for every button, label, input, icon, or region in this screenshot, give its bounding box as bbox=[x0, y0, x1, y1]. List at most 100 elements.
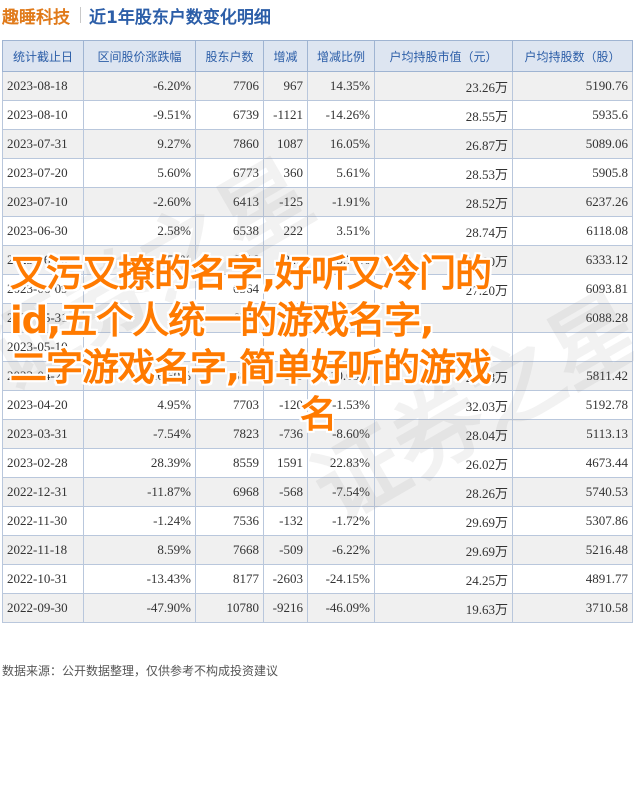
cell-date: 2022-11-18 bbox=[2, 535, 84, 565]
cell-pct: 5.60% bbox=[83, 158, 196, 188]
cell-holders: 8559 bbox=[195, 448, 264, 478]
cell-value: 29.69万 bbox=[374, 506, 513, 536]
cell-pct: -11.87% bbox=[83, 477, 196, 507]
table-row[interactable]: 2022-09-30 -47.90% 10780 -9216 -46.09% 19.63万… bbox=[2, 593, 633, 623]
table-row[interactable]: 2023-07-31 9.27% 7860 1087 16.05% 26.87万 5089.… bbox=[2, 129, 633, 159]
cell-change: -2603 bbox=[263, 564, 308, 594]
cell-change: -1121 bbox=[263, 100, 308, 130]
cell-ratio: 14.35% bbox=[307, 71, 375, 101]
table-header-row: 统计截止日 区间股价涨跌幅 股东户数 增减 增减比例 户均持股市值（元） 户均持… bbox=[2, 40, 633, 72]
col-header-holders[interactable]: 股东户数 bbox=[195, 40, 264, 72]
table-row[interactable]: 2022-12-31 -11.87% 6968 -568 -7.54% 28.26万 574… bbox=[2, 477, 633, 507]
cell-change: 360 bbox=[263, 158, 308, 188]
cell-pct: 28.39% bbox=[83, 448, 196, 478]
cell-pct: 9.27% bbox=[83, 129, 196, 159]
data-source-note: 数据来源：公开数据整理，仅供参考不构成投资建议 bbox=[2, 664, 279, 678]
cell-ratio: 5.61% bbox=[307, 158, 375, 188]
cell-ratio: 16.05% bbox=[307, 129, 375, 159]
col-header-value[interactable]: 户均持股市值（元） bbox=[374, 40, 513, 72]
overlay-line: 二字游戏名字,简单好听的游戏 bbox=[10, 346, 492, 389]
cell-pct: -6.20% bbox=[83, 71, 196, 101]
table-row[interactable]: 2023-08-18 -6.20% 7706 967 14.35% 23.26万 5190.… bbox=[2, 71, 633, 101]
cell-date: 2023-02-28 bbox=[2, 448, 84, 478]
cell-ratio: 3.51% bbox=[307, 216, 375, 246]
cell-change: -568 bbox=[263, 477, 308, 507]
cell-value: 19.63万 bbox=[374, 593, 513, 623]
cell-pct: -47.90% bbox=[83, 593, 196, 623]
cell-holders: 6739 bbox=[195, 100, 264, 130]
cell-value: 28.74万 bbox=[374, 216, 513, 246]
cell-pct: -1.24% bbox=[83, 506, 196, 536]
cell-holders: 7860 bbox=[195, 129, 264, 159]
table-row[interactable]: 2023-07-10 -2.60% 6413 -125 -1.91% 28.52万 6237… bbox=[2, 187, 633, 217]
cell-value: 24.25万 bbox=[374, 564, 513, 594]
cell-pct: -9.51% bbox=[83, 100, 196, 130]
cell-shares: 4891.77 bbox=[512, 564, 633, 594]
table-row[interactable]: 2023-08-10 -9.51% 6739 -1121 -14.26% 28.55万 59… bbox=[2, 100, 633, 130]
cell-ratio: -14.26% bbox=[307, 100, 375, 130]
table-row[interactable]: 2022-10-31 -13.43% 8177 -2603 -24.15% 24.25万 4… bbox=[2, 564, 633, 594]
cell-shares: 5935.6 bbox=[512, 100, 633, 130]
cell-change: -9216 bbox=[263, 593, 308, 623]
cell-shares: 5190.76 bbox=[512, 71, 633, 101]
cell-date: 2023-08-18 bbox=[2, 71, 84, 101]
cell-value: 23.26万 bbox=[374, 71, 513, 101]
page-title: 近1年股东户数变化明细 bbox=[89, 7, 271, 28]
cell-shares: 5740.53 bbox=[512, 477, 633, 507]
table-row[interactable]: 2023-07-20 5.60% 6773 360 5.61% 28.53万 5905.8 bbox=[2, 158, 633, 188]
cell-ratio: -46.09% bbox=[307, 593, 375, 623]
cell-holders: 8177 bbox=[195, 564, 264, 594]
cell-date: 2023-07-31 bbox=[2, 129, 84, 159]
overlay-line: 又污又撩的名字,好听又冷门的 bbox=[10, 252, 492, 295]
cell-value: 26.02万 bbox=[374, 448, 513, 478]
cell-change: 1087 bbox=[263, 129, 308, 159]
cell-shares: 6118.08 bbox=[512, 216, 633, 246]
cell-ratio: -24.15% bbox=[307, 564, 375, 594]
cell-change: -132 bbox=[263, 506, 308, 536]
cell-holders: 7536 bbox=[195, 506, 264, 536]
cell-holders: 6773 bbox=[195, 158, 264, 188]
cell-date: 2023-07-20 bbox=[2, 158, 84, 188]
cell-pct: -2.60% bbox=[83, 187, 196, 217]
table-row[interactable]: 2023-06-30 2.58% 6538 222 3.51% 28.74万 6118.08 bbox=[2, 216, 633, 246]
cell-ratio: -1.72% bbox=[307, 506, 375, 536]
header-divider bbox=[80, 7, 81, 23]
header-bar: 趣睡科技 近1年股东户数变化明细 bbox=[0, 0, 634, 30]
cell-holders: 10780 bbox=[195, 593, 264, 623]
cell-pct: 8.59% bbox=[83, 535, 196, 565]
cell-date: 2023-08-10 bbox=[2, 100, 84, 130]
cell-holders: 6538 bbox=[195, 216, 264, 246]
cell-date: 2022-12-31 bbox=[2, 477, 84, 507]
overlay-caption: 又污又撩的名字,好听又冷门的 id,五个人统一的游戏名字, 二字游戏名字,简单好… bbox=[0, 250, 634, 438]
cell-value: 26.87万 bbox=[374, 129, 513, 159]
cell-change: -509 bbox=[263, 535, 308, 565]
col-header-shares[interactable]: 户均持股数（股） bbox=[512, 40, 633, 72]
cell-value: 28.52万 bbox=[374, 187, 513, 217]
cell-value: 28.55万 bbox=[374, 100, 513, 130]
table-row[interactable]: 2022-11-18 8.59% 7668 -509 -6.22% 29.69万 5216.… bbox=[2, 535, 633, 565]
cell-change: 1591 bbox=[263, 448, 308, 478]
col-header-date[interactable]: 统计截止日 bbox=[2, 40, 84, 72]
cell-value: 28.53万 bbox=[374, 158, 513, 188]
cell-value: 29.69万 bbox=[374, 535, 513, 565]
col-header-ratio[interactable]: 增减比例 bbox=[307, 40, 375, 72]
cell-pct: 2.58% bbox=[83, 216, 196, 246]
brand-name: 趣睡科技 bbox=[2, 7, 70, 28]
cell-holders: 7668 bbox=[195, 535, 264, 565]
table-row[interactable]: 2022-11-30 -1.24% 7536 -132 -1.72% 29.69万 5307… bbox=[2, 506, 633, 536]
cell-holders: 6413 bbox=[195, 187, 264, 217]
cell-date: 2022-11-30 bbox=[2, 506, 84, 536]
cell-ratio: -7.54% bbox=[307, 477, 375, 507]
cell-ratio: -1.91% bbox=[307, 187, 375, 217]
cell-ratio: -6.22% bbox=[307, 535, 375, 565]
col-header-change[interactable]: 增减 bbox=[263, 40, 308, 72]
cell-shares: 6237.26 bbox=[512, 187, 633, 217]
overlay-line: 名 bbox=[300, 393, 337, 436]
cell-ratio: 22.83% bbox=[307, 448, 375, 478]
cell-shares: 4673.44 bbox=[512, 448, 633, 478]
table-row[interactable]: 2023-02-28 28.39% 8559 1591 22.83% 26.02万 4673… bbox=[2, 448, 633, 478]
cell-shares: 5307.86 bbox=[512, 506, 633, 536]
cell-value: 28.26万 bbox=[374, 477, 513, 507]
cell-date: 2023-07-10 bbox=[2, 187, 84, 217]
col-header-pct[interactable]: 区间股价涨跌幅 bbox=[83, 40, 196, 72]
